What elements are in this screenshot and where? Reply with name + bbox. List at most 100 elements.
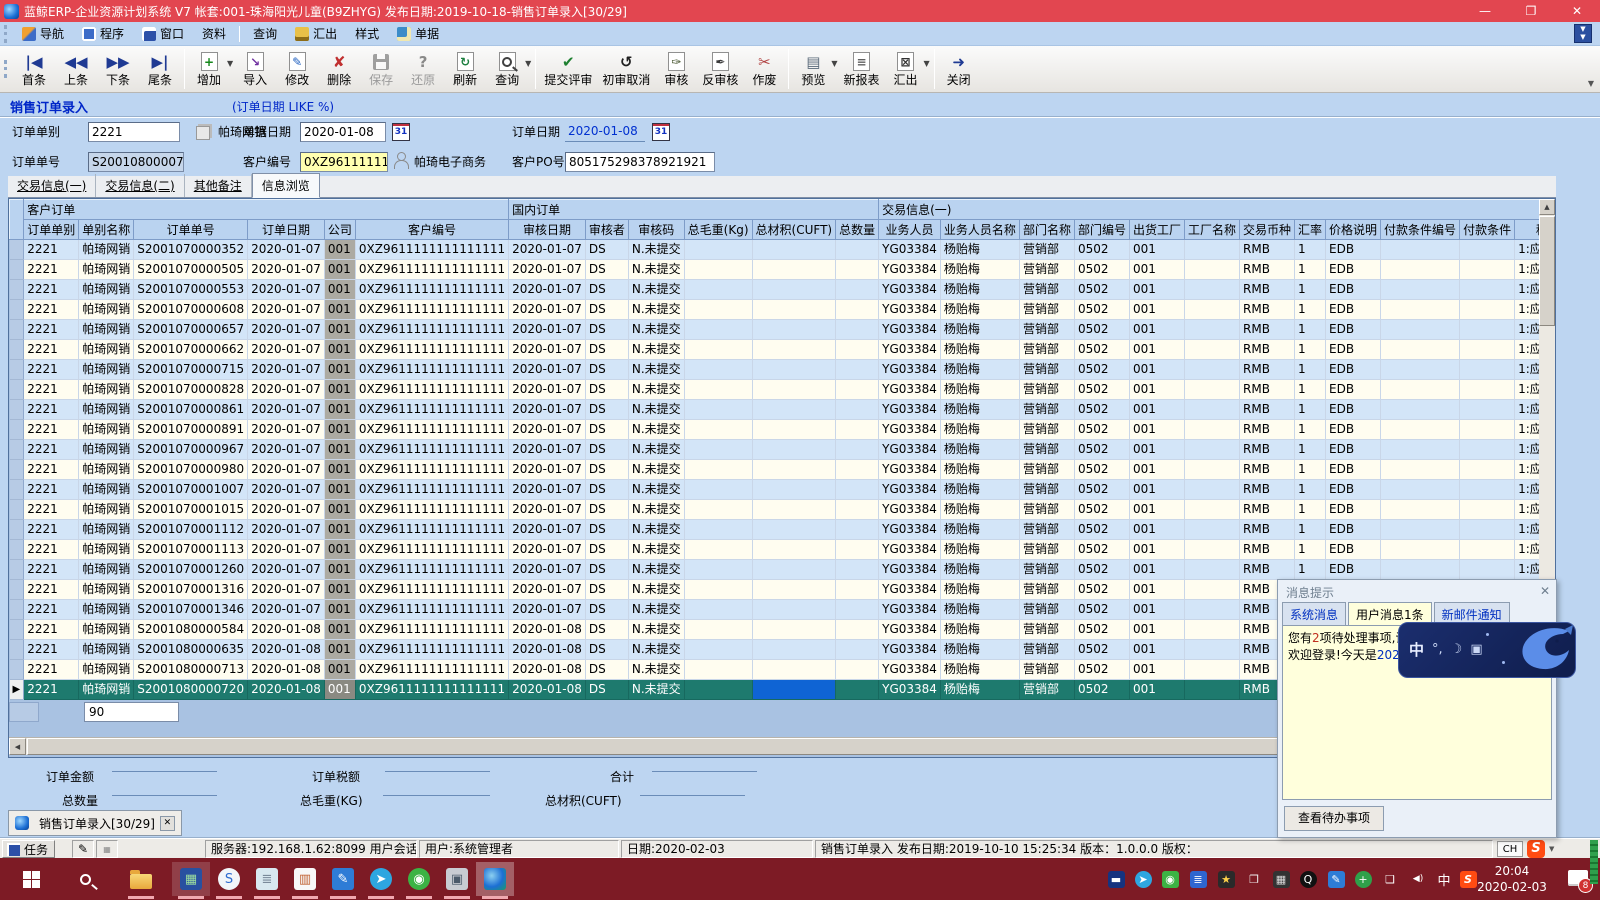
explorer-app[interactable] — [122, 862, 160, 896]
grid-cell[interactable]: S2001080000720 — [134, 680, 248, 700]
grid-cell[interactable]: 1 — [1295, 280, 1326, 300]
table-row[interactable]: 2221帕琦网销S20010700007152020-01-070010XZ96… — [10, 360, 1540, 380]
grid-cell[interactable]: 0502 — [1074, 300, 1129, 320]
grid-cell[interactable] — [684, 540, 752, 560]
grid-cell[interactable]: 营销部 — [1019, 560, 1074, 580]
grid-cell[interactable]: RMB — [1240, 480, 1295, 500]
telegram-app[interactable]: ➤ — [362, 862, 400, 896]
grid-cell[interactable]: N.未提交 — [628, 300, 684, 320]
table-row[interactable]: 2221帕琦网销S20010700008282020-01-070010XZ96… — [10, 380, 1540, 400]
grid-cell[interactable]: 001 — [1129, 480, 1184, 500]
grid-cell[interactable]: 帕琦网销 — [79, 660, 134, 680]
grid-cell[interactable]: 2020-01-07 — [509, 400, 586, 420]
grid-cell[interactable]: 001 — [324, 360, 355, 380]
h-scroll-thumb[interactable] — [27, 738, 1487, 755]
grid-cell[interactable]: N.未提交 — [628, 460, 684, 480]
grid-cell[interactable]: N.未提交 — [628, 580, 684, 600]
grid-cell[interactable]: 2020-01-07 — [509, 320, 586, 340]
grid-cell[interactable] — [752, 320, 836, 340]
grid-cell[interactable]: YG03384 — [879, 300, 941, 320]
grid-cell[interactable]: 0502 — [1074, 560, 1129, 580]
grid-cell[interactable]: 1 — [1295, 240, 1326, 260]
grid-cell[interactable] — [752, 620, 836, 640]
first-button[interactable]: |◀首条 — [13, 47, 55, 91]
grid-cell[interactable] — [1460, 540, 1515, 560]
grid-cell[interactable]: 2221 — [24, 440, 79, 460]
tab-4[interactable]: 信息浏览 — [252, 173, 320, 198]
grid-cell[interactable] — [752, 260, 836, 280]
grid-cell[interactable]: 帕琦网销 — [79, 380, 134, 400]
grid-cell[interactable] — [836, 600, 879, 620]
grid-cell[interactable]: 杨贻梅 — [940, 440, 1019, 460]
grid-cell[interactable]: 001 — [1129, 500, 1184, 520]
grid-cell[interactable]: 001 — [324, 340, 355, 360]
grid-cell[interactable]: 0502 — [1074, 440, 1129, 460]
grid-cell[interactable]: 0XZ9611111111111111 — [355, 460, 508, 480]
grid-cell[interactable]: 2020-01-07 — [509, 440, 586, 460]
grid-cell[interactable]: RMB — [1240, 540, 1295, 560]
grid-cell[interactable]: S2001070000505 — [134, 260, 248, 280]
grid-cell[interactable]: YG03384 — [879, 560, 941, 580]
grid-cell[interactable]: 营销部 — [1019, 620, 1074, 640]
grid-cell[interactable]: 杨贻梅 — [940, 280, 1019, 300]
grid-cell[interactable]: N.未提交 — [628, 360, 684, 380]
mdi-tab[interactable]: 销售订单录入[30/29] ✕ — [8, 810, 182, 836]
table-row[interactable]: 2221帕琦网销S20010700008612020-01-070010XZ96… — [10, 400, 1540, 420]
grid-cell[interactable]: 杨贻梅 — [940, 360, 1019, 380]
grid-cell[interactable] — [1184, 400, 1239, 420]
grid-cell[interactable]: 0XZ9611111111111111 — [355, 280, 508, 300]
ime-indicator[interactable]: CH — [1497, 841, 1523, 857]
grid-cell[interactable]: N.未提交 — [628, 280, 684, 300]
grid-cell[interactable]: 2221 — [24, 280, 79, 300]
grid-cell[interactable]: 001 — [1129, 340, 1184, 360]
grid-cell[interactable]: RMB — [1240, 420, 1295, 440]
grid-cell[interactable]: DS — [585, 600, 628, 620]
grid-cell[interactable]: 2221 — [24, 540, 79, 560]
grid-cell[interactable]: EDB — [1326, 540, 1381, 560]
grid-cell[interactable]: 001 — [1129, 280, 1184, 300]
grid-cell[interactable]: 001 — [1129, 260, 1184, 280]
toolbar-overflow-button[interactable]: ▼▼ — [1574, 24, 1592, 43]
grid-cell[interactable]: 001 — [324, 420, 355, 440]
grid-cell[interactable] — [684, 420, 752, 440]
grid-cell[interactable] — [1381, 320, 1460, 340]
edit-note-icon[interactable]: ✎ — [72, 840, 94, 858]
grid-cell[interactable]: EDB — [1326, 440, 1381, 460]
grid-cell[interactable]: 2020-01-08 — [248, 620, 325, 640]
grid-cell[interactable]: N.未提交 — [628, 500, 684, 520]
grid-cell[interactable] — [684, 320, 752, 340]
grid-cell[interactable]: 001 — [1129, 520, 1184, 540]
grid-cell[interactable] — [1381, 500, 1460, 520]
grid-cell[interactable] — [836, 380, 879, 400]
view-todo-button[interactable]: 查看待办事项 — [1284, 806, 1384, 831]
grid-cell[interactable]: 2020-01-07 — [248, 420, 325, 440]
grid-cell[interactable] — [684, 380, 752, 400]
grid-cell[interactable] — [1460, 360, 1515, 380]
grid-cell[interactable]: 营销部 — [1019, 280, 1074, 300]
grid-cell[interactable]: 2020-01-07 — [509, 360, 586, 380]
grid-cell[interactable] — [1381, 480, 1460, 500]
grid-cell[interactable]: S2001070001007 — [134, 480, 248, 500]
grid-cell[interactable]: 2020-01-07 — [509, 580, 586, 600]
grid-cell[interactable]: 001 — [324, 240, 355, 260]
grid-cell[interactable]: 001 — [1129, 540, 1184, 560]
grid-cell[interactable]: YG03384 — [879, 460, 941, 480]
grid-cell[interactable]: N.未提交 — [628, 640, 684, 660]
grid-cell[interactable] — [752, 500, 836, 520]
import-button[interactable]: ↘导入 — [234, 47, 276, 91]
grid-cell[interactable]: N.未提交 — [628, 240, 684, 260]
dropdown-arrow-icon[interactable]: ▼ — [227, 59, 233, 68]
grid-cell[interactable]: 2020-01-07 — [248, 380, 325, 400]
grid-cell[interactable]: 杨贻梅 — [940, 400, 1019, 420]
export-button[interactable]: ⊠汇出 — [885, 47, 927, 91]
grid-cell[interactable] — [1184, 360, 1239, 380]
grid-cell[interactable]: 0502 — [1074, 500, 1129, 520]
grid-cell[interactable]: RMB — [1240, 300, 1295, 320]
grid-cell[interactable]: 帕琦网销 — [79, 640, 134, 660]
grid-cell[interactable] — [752, 580, 836, 600]
grid-cell[interactable] — [752, 640, 836, 660]
grid-cell[interactable]: 营销部 — [1019, 520, 1074, 540]
calendar-icon[interactable]: 31 — [392, 123, 410, 141]
grid-cell[interactable] — [836, 460, 879, 480]
grid-cell[interactable] — [836, 440, 879, 460]
